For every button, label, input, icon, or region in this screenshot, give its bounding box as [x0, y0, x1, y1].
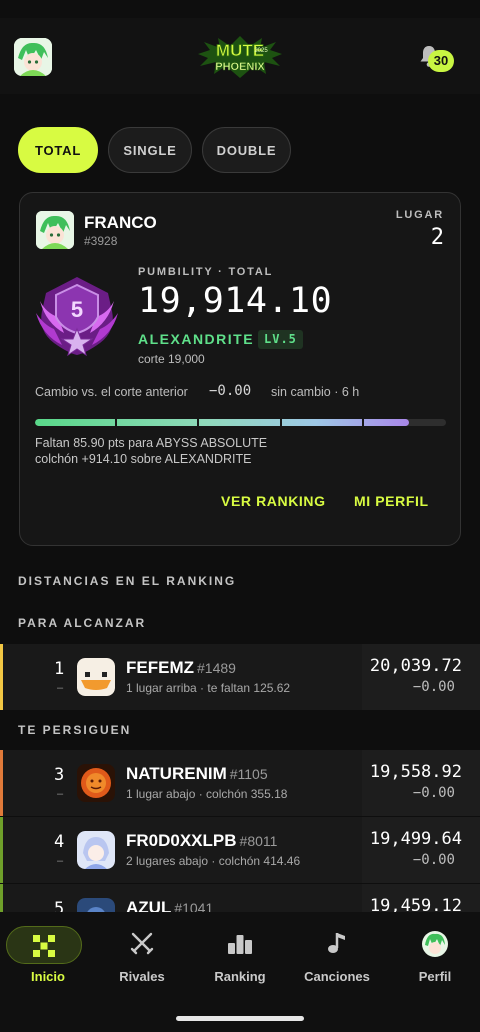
- pumbility-label: PUMBILITY · TOTAL: [138, 266, 274, 278]
- chasers-heading: TE PERSIGUEN: [18, 723, 132, 737]
- tab-single[interactable]: SINGLE: [108, 127, 192, 173]
- change-value: −0.00: [209, 383, 252, 399]
- score-value: 20,039.72: [369, 656, 462, 676]
- score-panel: [362, 817, 480, 883]
- progress-segment-divider: [280, 419, 282, 426]
- score-delta: −0.00: [412, 679, 455, 695]
- row-accent: [0, 750, 3, 816]
- player-id: #1489: [197, 660, 236, 676]
- rank-change: –: [57, 682, 64, 694]
- player-name-text: FR0D0XXLPB: [126, 831, 237, 850]
- svg-text:5: 5: [71, 297, 83, 322]
- app-logo: MUTE 2025 PHOENIX: [192, 32, 288, 82]
- rank-row-behind[interactable]: 3 – NATURENIM #1105 1 lugar abajo · colch…: [0, 750, 480, 816]
- score-panel: [362, 750, 480, 816]
- rank-number: 1: [54, 659, 65, 679]
- crossed-swords-icon: [130, 932, 154, 955]
- pumbility-value: 19,914.10: [138, 281, 333, 321]
- progress-segment-divider: [115, 419, 117, 426]
- view-ranking-link[interactable]: VER RANKING: [221, 493, 326, 509]
- music-note-icon: [328, 933, 345, 953]
- home-indicator[interactable]: [176, 1016, 304, 1021]
- to-reach-heading: PARA ALCANZAR: [18, 616, 147, 630]
- nav-label: Canciones: [304, 969, 370, 984]
- progress-segment-divider: [197, 419, 199, 426]
- nav-perfil[interactable]: Perfil: [387, 912, 480, 992]
- cushion-text: colchón +914.10 sobre ALEXANDRITE: [35, 452, 252, 466]
- nav-ranking[interactable]: Ranking: [192, 912, 288, 992]
- distance-text: 1 lugar abajo · colchón 355.18: [126, 787, 288, 801]
- rank-change: –: [57, 855, 64, 867]
- tab-total[interactable]: TOTAL: [18, 127, 98, 173]
- place-value: 2: [430, 225, 444, 250]
- nav-inicio[interactable]: Inicio: [0, 912, 96, 992]
- bar-chart-icon: [228, 935, 252, 954]
- nav-label: Rivales: [119, 969, 165, 984]
- notification-badge: 30: [428, 50, 454, 72]
- player-name-text: NATURENIM: [126, 764, 227, 783]
- score-delta: −0.00: [412, 785, 455, 801]
- change-label: Cambio vs. el corte anterior: [35, 385, 188, 399]
- tab-double[interactable]: DOUBLE: [202, 127, 291, 173]
- place-label: LUGAR: [395, 209, 444, 221]
- mode-tabs: TOTAL SINGLE DOUBLE: [18, 127, 291, 173]
- player-name: NATURENIM #1105: [126, 764, 268, 784]
- score-delta: −0.00: [412, 852, 455, 868]
- rank-row-behind[interactable]: 4 – FR0D0XXLPB #8011 2 lugares abajo · co…: [0, 817, 480, 883]
- nav-label: Inicio: [31, 969, 65, 984]
- tier-progress-bar: [35, 419, 446, 426]
- tier-emblem-icon: 5: [32, 273, 122, 359]
- progress-segment-divider: [362, 419, 364, 426]
- nav-label: Ranking: [214, 969, 266, 984]
- bottom-navigation: Inicio Rivales Ranking Canciones Perfil: [0, 912, 480, 1032]
- tier-level-badge: LV.5: [258, 330, 303, 349]
- player-name-text: FEFEMZ: [126, 658, 194, 677]
- distance-text: 1 lugar arriba · te faltan 125.62: [126, 681, 291, 695]
- score-value: 19,499.64: [369, 829, 462, 849]
- anime-avatar-icon: [14, 38, 52, 76]
- player-name: FEFEMZ #1489: [126, 658, 236, 678]
- rank-change: –: [57, 788, 64, 800]
- tier-name: ALEXANDRITE: [138, 331, 255, 347]
- tier-cutoff: corte 19,000: [138, 352, 205, 366]
- anime-avatar-icon: [77, 831, 115, 869]
- profile-avatar-icon: [422, 931, 448, 957]
- distance-text: 2 lugares abajo · colchón 414.46: [126, 854, 301, 868]
- player-id: #8011: [239, 833, 278, 849]
- change-status: sin cambio · 6 h: [271, 385, 360, 399]
- player-summary-card: FRANCO #3928 LUGAR 2 5 PUMBILITY · TOTAL…: [19, 192, 461, 546]
- my-profile-link[interactable]: MI PERFIL: [354, 493, 429, 509]
- player-avatar: [36, 211, 74, 249]
- score-value: 19,558.92: [369, 762, 462, 782]
- rank-number: 4: [54, 832, 65, 852]
- nav-canciones[interactable]: Canciones: [289, 912, 385, 992]
- nav-label: Perfil: [418, 969, 452, 984]
- player-name: FRANCO: [84, 213, 157, 232]
- distances-heading: DISTANCIAS EN EL RANKING: [18, 574, 237, 588]
- duck-avatar-icon: [77, 658, 115, 696]
- player-id: #3928: [84, 234, 118, 248]
- top-bar: MUTE 2025 PHOENIX 30: [0, 18, 480, 94]
- progress-notes: Faltan 85.90 pts para ABYSS ABSOLUTE col…: [35, 435, 267, 467]
- rank-number: 3: [54, 765, 65, 785]
- sun-avatar-icon: [77, 764, 115, 802]
- svg-text:2025: 2025: [254, 48, 268, 54]
- home-grid-icon: [33, 935, 55, 957]
- svg-text:PHOENIX: PHOENIX: [215, 61, 265, 73]
- row-accent: [0, 817, 3, 883]
- player-id: #1105: [229, 766, 268, 782]
- nav-rivales[interactable]: Rivales: [94, 912, 190, 992]
- player-name: FR0D0XXLPB #8011: [126, 831, 277, 851]
- points-needed-text: Faltan 85.90 pts para ABYSS ABSOLUTE: [35, 436, 268, 450]
- user-avatar[interactable]: [14, 38, 52, 76]
- row-accent: [0, 644, 3, 710]
- anime-avatar-icon: [36, 211, 74, 249]
- score-panel: [362, 644, 480, 710]
- tier-progress-fill: [35, 419, 409, 426]
- rank-row-ahead[interactable]: 1 – FEFEMZ #1489 1 lugar arriba · te falt…: [0, 644, 480, 710]
